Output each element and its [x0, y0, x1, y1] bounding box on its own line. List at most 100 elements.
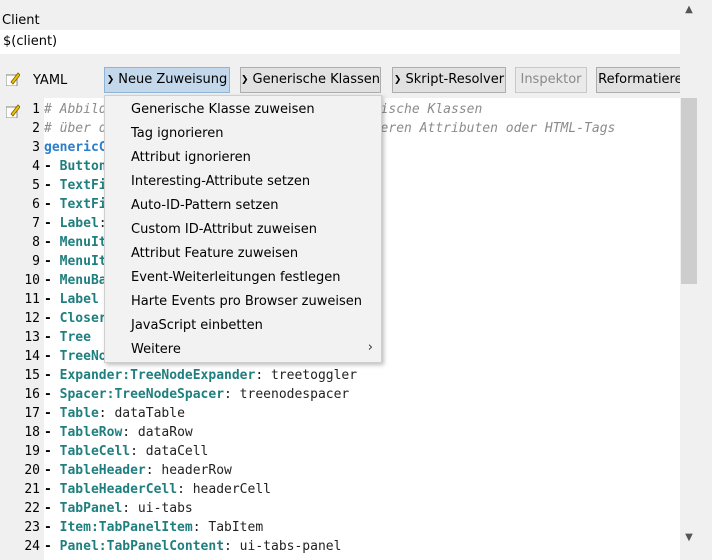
code-value: : TabItem — [192, 520, 264, 535]
code-value: : dataCell — [130, 444, 209, 459]
code-key: Label — [59, 292, 99, 307]
code-line: - Panel:TabPanelContent: ui-tabs-panel — [44, 537, 341, 556]
line-number: 12 — [24, 311, 40, 326]
line-number: 13 — [24, 330, 40, 345]
code-dash: - — [44, 349, 60, 364]
reformat-button[interactable]: Reformatieren — [596, 67, 693, 93]
code-line: - TableCell: dataCell — [44, 442, 208, 461]
line-number: 6 — [32, 197, 40, 212]
line-number: 1 — [32, 102, 40, 117]
code-dash: - — [44, 387, 60, 402]
client-input[interactable]: $(client) — [0, 30, 693, 54]
chevron-down-icon: ❯ — [241, 75, 249, 85]
code-key: TabPanel — [59, 501, 123, 516]
code-key: TableCell — [59, 444, 131, 459]
code-value: : headerCell — [177, 482, 271, 497]
code-dash: - — [44, 482, 60, 497]
line-number: 9 — [32, 254, 40, 269]
line-number: 22 — [24, 501, 40, 516]
new-assignment-button[interactable]: ❯ Neue Zuweisung — [104, 67, 230, 93]
code-dash: - — [44, 330, 60, 345]
code-dash: - — [44, 273, 60, 288]
menu-item[interactable]: Attribut ignorieren — [131, 146, 251, 170]
code-dash: - — [44, 197, 60, 212]
menu-item[interactable]: Weitere — [131, 338, 181, 362]
scrollbar-thumb[interactable] — [681, 98, 697, 284]
code-dash: - — [44, 159, 60, 174]
code-line: - TableHeaderCell: headerCell — [44, 480, 271, 499]
menu-item[interactable]: Harte Events pro Browser zuweisen — [131, 290, 362, 314]
code-dash: - — [44, 292, 60, 307]
line-number: 23 — [24, 520, 40, 535]
chevron-down-icon: ❯ — [106, 75, 115, 85]
menu-item[interactable]: Interesting-Attribute setzen — [131, 170, 310, 194]
line-number: 16 — [24, 387, 40, 402]
code-dash: - — [44, 501, 60, 516]
line-number-gutter: 1 2 3 4 5 6 7 8 9 10 11 12 13 14 15 16 17 18 19 20 21 22 23 24 — [0, 98, 44, 560]
line-number: 4 — [32, 159, 40, 174]
pencil-icon[interactable] — [6, 104, 20, 118]
inspector-button[interactable]: Inspektor — [515, 67, 587, 93]
code-key: TableRow — [59, 425, 123, 440]
line-number: 11 — [24, 292, 40, 307]
code-key: Panel:TabPanelContent — [59, 539, 225, 554]
code-value: : headerRow — [145, 463, 232, 478]
code-line: - Spacer:TreeNodeSpacer: treenodespacer — [44, 385, 349, 404]
code-key: Tree — [59, 330, 91, 345]
line-number: 19 — [24, 444, 40, 459]
scroll-down-icon[interactable]: ▼ — [680, 530, 698, 546]
line-number: 10 — [24, 273, 40, 288]
line-number: 3 — [32, 140, 40, 155]
scroll-up-icon[interactable]: ▲ — [680, 2, 698, 18]
code-value: : treenodespacer — [224, 387, 350, 402]
menu-item[interactable]: Generische Klasse zuweisen — [131, 98, 315, 122]
code-dash: - — [44, 311, 60, 326]
code-dash: - — [44, 539, 60, 554]
code-key: Label — [59, 216, 99, 231]
code-line: - Table: dataTable — [44, 404, 185, 423]
code-dash: - — [44, 444, 60, 459]
code-dash: - — [44, 216, 60, 231]
client-label: Client — [2, 13, 40, 28]
line-number: 20 — [24, 463, 40, 478]
line-number: 15 — [24, 368, 40, 383]
code-dash: - — [44, 254, 60, 269]
code-key: Expander:TreeNodeExpander — [59, 368, 256, 383]
code-key: TableHeader — [59, 463, 146, 478]
code-line: - TableHeader: headerRow — [44, 461, 232, 480]
line-number: 18 — [24, 425, 40, 440]
code-line: - Item:TabPanelItem: TabItem — [44, 518, 263, 537]
pencil-icon[interactable] — [6, 72, 20, 86]
menu-item[interactable]: JavaScript einbetten — [131, 314, 263, 338]
script-resolver-button[interactable]: ❯ Skript-Resolver — [392, 67, 506, 93]
line-number: 21 — [24, 482, 40, 497]
chevron-right-icon: › — [367, 340, 373, 355]
generic-classes-button[interactable]: ❯ Generische Klassen — [240, 67, 381, 93]
menu-item[interactable]: Event-Weiterleitungen festlegen — [131, 266, 341, 290]
code-key: Button — [59, 159, 107, 174]
code-line: - Expander:TreeNodeExpander: treetoggler — [44, 366, 357, 385]
code-key: Spacer:TreeNodeSpacer — [59, 387, 225, 402]
code-dash: - — [44, 178, 60, 193]
code-value: : dataTable — [98, 406, 185, 421]
new-assignment-menu: › Generische Klasse zuweisen Tag ignorier… — [104, 95, 382, 363]
menu-item[interactable]: Attribut Feature zuweisen — [131, 242, 298, 266]
line-number: 5 — [32, 178, 40, 193]
code-line: - Tree — [44, 328, 91, 347]
line-number: 24 — [24, 539, 40, 554]
code-value: : ui-tabs — [122, 501, 193, 516]
line-number: 2 — [32, 121, 40, 136]
code-key: TableHeaderCell — [59, 482, 178, 497]
code-line: - TableRow: dataRow — [44, 423, 193, 442]
code-dash: - — [44, 368, 60, 383]
menu-item[interactable]: Custom ID-Attribut zuweisen — [131, 218, 317, 242]
code-key: Table — [59, 406, 99, 421]
menu-item[interactable]: Tag ignorieren — [131, 122, 223, 146]
chevron-down-icon: ❯ — [393, 75, 402, 85]
code-dash: - — [44, 406, 60, 421]
code-value: : ui-tabs-panel — [224, 539, 342, 554]
menu-item[interactable]: Auto-ID-Pattern setzen — [131, 194, 278, 218]
code-line: - TabPanel: ui-tabs — [44, 499, 193, 518]
code-dash: - — [44, 425, 60, 440]
code-dash: - — [44, 520, 60, 535]
